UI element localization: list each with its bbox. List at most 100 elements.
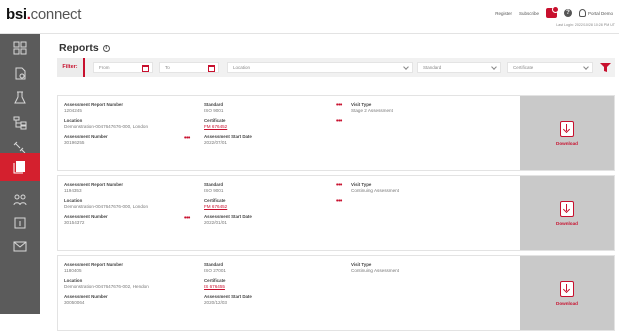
- download-button[interactable]: Download: [520, 96, 614, 170]
- location-value: Demonstration-0047647676-002, Hendon: [64, 284, 149, 289]
- assessment-number-label: Assessment Number: [64, 134, 108, 139]
- calendar-icon[interactable]: [208, 64, 215, 72]
- sidebar-item-people[interactable]: [0, 188, 40, 212]
- main-content: Reports i Filter: From To Location Stand…: [40, 34, 619, 331]
- assessment-number-field: Assessment Number 30196255: [64, 134, 108, 145]
- report-number-value: 1194353: [64, 188, 82, 193]
- visit-type-label: Visit Type: [351, 262, 372, 267]
- start-date-field: Assessment Start Date 2022/01/01: [204, 214, 252, 225]
- sidebar-item-hierarchy[interactable]: [0, 111, 40, 135]
- sidebar-item-lab[interactable]: [0, 86, 40, 110]
- user-name: Portal Demo: [587, 10, 613, 16]
- to-date-input[interactable]: To: [159, 62, 219, 73]
- report-number-field: Assessment Report Number 1204245: [64, 102, 123, 113]
- dashboard-icon: [13, 41, 27, 55]
- start-date-label: Assessment Start Date: [204, 214, 252, 219]
- certificate-link[interactable]: FM 676452: [204, 204, 227, 209]
- chevron-down-icon: [491, 64, 497, 70]
- sidebar: [0, 34, 40, 314]
- report-number-field: Assessment Report Number 1180405: [64, 262, 123, 273]
- certificate-field: Certificate IS 676455: [204, 278, 225, 289]
- chevron-down-icon: [403, 64, 409, 70]
- certificate-label: Certificate: [204, 118, 226, 123]
- help-icon[interactable]: ?: [563, 9, 572, 17]
- certificate-more-button[interactable]: •••: [336, 118, 342, 125]
- assessment-number-label: Assessment Number: [64, 294, 108, 299]
- location-field: Location Demonstration-0047647676-000, L…: [64, 118, 148, 129]
- certificate-link[interactable]: IS 676455: [204, 284, 225, 289]
- bsi-connect-logo[interactable]: bsi.connect: [6, 6, 81, 23]
- user-menu[interactable]: Portal Demo: [578, 9, 613, 17]
- location-more-button[interactable]: •••: [184, 215, 190, 222]
- visit-type-field: Visit Type Continuing Assessment: [351, 182, 399, 193]
- download-label: Download: [556, 300, 578, 306]
- filter-bar: Filter: From To Location Standard Certif…: [57, 58, 615, 77]
- logo-bold: bsi: [6, 6, 27, 23]
- certificate-select[interactable]: Certificate: [507, 62, 593, 73]
- documents-icon: [15, 67, 26, 80]
- certificate-label: Certificate: [204, 278, 226, 283]
- location-label: Location: [64, 118, 83, 123]
- download-label: Download: [556, 220, 578, 226]
- standard-label: Standard: [204, 102, 224, 107]
- standard-placeholder: Standard: [423, 65, 442, 70]
- download-label: Download: [556, 140, 578, 146]
- filter-label: Filter:: [57, 58, 85, 77]
- download-button[interactable]: Download: [520, 256, 614, 330]
- reports-icon: [13, 161, 25, 174]
- visit-type-field: Visit Type Stage 2 Assessment: [351, 102, 393, 113]
- location-field: Location Demonstration-0047647676-002, H…: [64, 278, 149, 289]
- standard-more-button[interactable]: •••: [336, 182, 342, 189]
- start-date-label: Assessment Start Date: [204, 134, 252, 139]
- register-link[interactable]: Register: [495, 11, 512, 16]
- certificate-placeholder: Certificate: [513, 65, 534, 70]
- subscribe-link[interactable]: Subscribe: [519, 11, 539, 16]
- start-date-field: Assessment Start Date 2020/12/03: [204, 294, 252, 305]
- sidebar-item-reports[interactable]: [0, 153, 40, 181]
- from-placeholder: From: [99, 65, 110, 70]
- standard-select[interactable]: Standard: [417, 62, 501, 73]
- top-bar: bsi.connect Register Subscribe ? Portal …: [0, 0, 619, 34]
- sidebar-item-documents[interactable]: [0, 61, 40, 85]
- page-title: Reports i: [59, 42, 110, 54]
- report-number-field: Assessment Report Number 1194353: [64, 182, 123, 193]
- standard-field: Standard ISO 9001: [204, 102, 223, 113]
- location-field: Location Demonstration-0047647676-000, L…: [64, 198, 148, 209]
- certificate-label: Certificate: [204, 198, 226, 203]
- certificate-more-button[interactable]: •••: [336, 198, 342, 205]
- sidebar-item-mail[interactable]: [0, 234, 40, 258]
- filter-funnel-icon[interactable]: [600, 62, 611, 73]
- report-number-label: Assessment Report Number: [64, 182, 124, 187]
- info-icon[interactable]: i: [102, 44, 110, 52]
- report-card: Assessment Report Number 1194353 Locatio…: [57, 175, 615, 251]
- standard-value: ISO 27001: [204, 268, 226, 273]
- certificate-field: Certificate FM 676452: [204, 198, 227, 209]
- standard-more-button[interactable]: •••: [336, 102, 342, 109]
- user-icon: [578, 9, 586, 17]
- start-date-value: 2022/07/01: [204, 140, 227, 145]
- standard-label: Standard: [204, 182, 224, 187]
- visit-type-value: Continuing Assessment: [351, 188, 400, 193]
- visit-type-value: Continuing Assessment: [351, 268, 400, 273]
- chevron-down-icon: [583, 64, 589, 70]
- report-number-label: Assessment Report Number: [64, 262, 124, 267]
- calendar-icon[interactable]: [142, 64, 149, 72]
- visit-type-field: Visit Type Continuing Assessment: [351, 262, 399, 273]
- sidebar-item-info[interactable]: [0, 211, 40, 235]
- download-icon: [560, 280, 574, 297]
- sidebar-item-dashboard[interactable]: [0, 36, 40, 60]
- location-select[interactable]: Location: [227, 62, 413, 73]
- visit-type-value: Stage 2 Assessment: [351, 108, 393, 113]
- from-date-input[interactable]: From: [93, 62, 153, 73]
- download-button[interactable]: Download: [520, 176, 614, 250]
- location-label: Location: [64, 278, 83, 283]
- location-more-button[interactable]: •••: [184, 135, 190, 142]
- location-value: Demonstration-0047647676-000, London: [64, 124, 149, 129]
- report-number-value: 1204245: [64, 108, 82, 113]
- start-date-value: 2020/12/03: [204, 300, 227, 305]
- location-label: Location: [64, 198, 83, 203]
- assessment-number-value: 30154372: [64, 220, 85, 225]
- notifications-bell-icon[interactable]: [545, 6, 559, 18]
- certificate-link[interactable]: FM 676452: [204, 124, 227, 129]
- report-number-label: Assessment Report Number: [64, 102, 124, 107]
